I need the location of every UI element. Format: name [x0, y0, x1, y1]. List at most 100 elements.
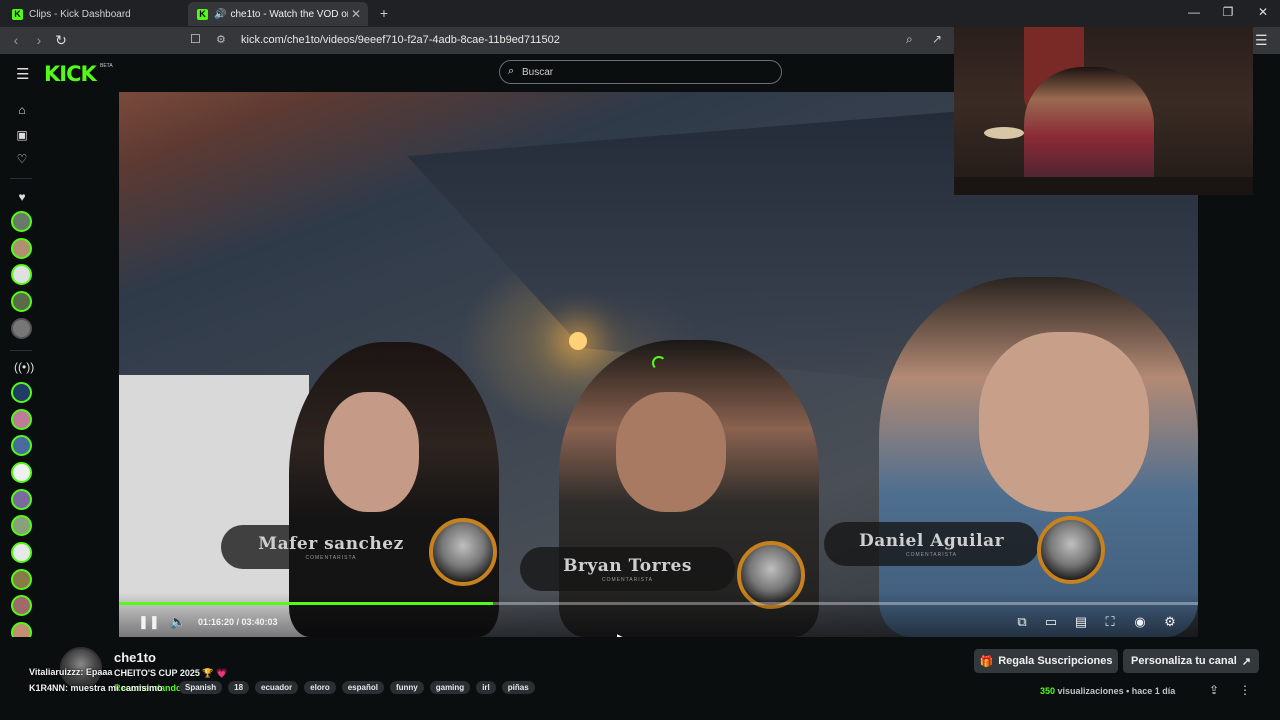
kick-favicon-icon: K [12, 8, 23, 20]
new-tab-button[interactable]: + [376, 5, 392, 21]
channel-avatar[interactable] [11, 595, 32, 616]
view-stats: 350 visualizaciones • hace 1 día [1040, 686, 1175, 696]
channel-avatar[interactable] [11, 435, 32, 456]
kick-favicon-icon: K [197, 8, 208, 20]
webcam-streamer [1024, 67, 1154, 195]
channel-avatar[interactable] [11, 409, 32, 430]
playback-speed-icon[interactable]: ◉ [1130, 614, 1150, 630]
commentator-nameplate: Bryan Torres COMENTARISTA [520, 547, 735, 591]
webcam-desk [954, 177, 1253, 195]
channel-avatar[interactable] [11, 211, 32, 232]
commentator-nameplate: Daniel Aguilar COMENTARISTA [824, 522, 1039, 566]
left-sidebar: ⌂ ▣ ♡ ♥ ((•)) [0, 92, 42, 720]
commentator-portrait [429, 518, 497, 586]
tab-vod[interactable]: K 🔊 che1to - Watch the VOD on Kick ✕ [188, 2, 368, 26]
more-options-icon[interactable]: ⋮ [1238, 683, 1252, 697]
beta-badge: BETA [100, 63, 113, 69]
webcam-hat [984, 127, 1024, 139]
close-window-icon[interactable]: ✕ [1253, 5, 1273, 19]
customize-channel-button[interactable]: Personaliza tu canal ↗ [1123, 649, 1259, 673]
channel-avatar[interactable] [11, 318, 32, 339]
video-frame-lamp [569, 332, 587, 350]
audio-playing-icon[interactable]: 🔊 [214, 9, 226, 20]
chat-text: : Epaaa [80, 667, 113, 677]
tab-title: Clips - Kick Dashboard [29, 8, 131, 20]
picture-in-picture-icon[interactable]: ⧉ [1012, 614, 1032, 630]
video-person-face [979, 332, 1149, 512]
channel-avatar[interactable] [11, 489, 32, 510]
restore-icon[interactable]: ❐ [1218, 5, 1238, 19]
commentator-nameplate: Mafer sanchez COMENTARISTA [221, 525, 441, 569]
sidebar-divider [10, 350, 32, 351]
stream-title: CHEITO'S CUP 2025 🏆 💗 [114, 668, 228, 678]
channel-avatar[interactable] [11, 515, 32, 536]
video-person-face [324, 392, 419, 512]
home-icon[interactable]: ⌂ [14, 103, 30, 117]
zoom-icon[interactable]: ⌕ [906, 32, 913, 47]
page-background [1198, 195, 1280, 637]
url-field[interactable]: ☐ ⚙ kick.com/che1to/videos/9eeef710-f2a7… [186, 30, 956, 51]
tag-chip[interactable]: 18 [228, 681, 250, 694]
channel-avatar[interactable] [11, 542, 32, 563]
browse-icon[interactable]: ▣ [14, 128, 30, 142]
search-box[interactable]: ⌕ [499, 60, 782, 84]
close-tab-icon[interactable]: ✕ [348, 7, 364, 21]
channel-avatar[interactable] [11, 462, 32, 483]
url-text[interactable]: kick.com/che1to/videos/9eeef710-f2a7-4ad… [241, 34, 560, 46]
live-channels-icon: ((•)) [14, 360, 35, 374]
back-icon[interactable]: ‹ [7, 32, 25, 48]
fullscreen-icon[interactable]: ⛶ [1100, 614, 1120, 630]
site-settings-icon[interactable]: ⚙ [216, 33, 226, 46]
tag-chip[interactable]: Spanish [179, 681, 223, 694]
view-count: 350 [1040, 686, 1056, 696]
hamburger-menu-icon[interactable]: ☰ [16, 65, 29, 83]
gift-icon: 🎁 [979, 655, 994, 668]
sidebar-divider [10, 178, 32, 179]
chat-message: Vitaliaruizzz: Epaaa [29, 667, 112, 677]
commentator-name: Daniel Aguilar [858, 530, 1005, 551]
loading-spinner-icon [652, 356, 666, 370]
gift-subs-label: Regala Suscripciones [998, 655, 1113, 667]
volume-icon[interactable]: 🔈 [168, 614, 188, 630]
stream-info: che1to CHEITO'S CUP 2025 🏆 💗 Recomendand… [0, 637, 1280, 720]
kick-logo[interactable]: KICK [44, 62, 97, 86]
chat-message: K1R4NN: muestra mi camisimo [29, 683, 163, 693]
tab-title: che1to - Watch the VOD on Kick [230, 8, 348, 20]
commentator-name: Mafer sanchez [258, 533, 404, 554]
pause-icon[interactable]: ❚❚ [138, 614, 160, 630]
followed-channels-icon: ♥ [18, 190, 26, 204]
reload-icon[interactable]: ↻ [52, 32, 70, 49]
channel-avatar[interactable] [11, 238, 32, 259]
tab-clips-dashboard[interactable]: K Clips - Kick Dashboard [0, 2, 186, 26]
bookmark-icon[interactable]: ☐ [190, 32, 204, 46]
chat-text: : muestra mi camisimo [65, 683, 163, 693]
tag-chip[interactable]: irl [476, 681, 496, 694]
channel-name[interactable]: che1to [114, 650, 156, 665]
tag-chip[interactable]: ecuador [255, 681, 299, 694]
search-input[interactable] [522, 64, 772, 80]
webcam-overlay [954, 27, 1253, 195]
channel-avatar[interactable] [11, 291, 32, 312]
tag-chip[interactable]: piñas [501, 681, 535, 694]
settings-gear-icon[interactable]: ⚙ [1160, 614, 1180, 630]
channel-avatar[interactable] [11, 264, 32, 285]
tag-chip[interactable]: gaming [429, 681, 471, 694]
chat-username: Vitaliaruizzz [29, 667, 81, 677]
time-display: 01:16:20 / 03:40:03 [198, 617, 278, 627]
minimize-icon[interactable]: — [1184, 5, 1204, 19]
channel-avatar[interactable] [11, 382, 32, 403]
tag-chip[interactable]: funny [389, 681, 424, 694]
share-icon[interactable]: ⇪ [1206, 683, 1222, 697]
following-icon[interactable]: ♡ [14, 152, 30, 166]
commentator-name: Bryan Torres [563, 555, 692, 576]
gift-subs-button[interactable]: 🎁 Regala Suscripciones [974, 649, 1118, 673]
tag-chip[interactable]: eloro [304, 681, 336, 694]
share-page-icon[interactable]: ↗ [932, 32, 942, 46]
tag-chip[interactable]: español [341, 681, 384, 694]
browser-menu-icon[interactable]: ☰ [1255, 32, 1268, 49]
forward-icon[interactable]: › [30, 32, 48, 48]
seek-bar[interactable] [119, 602, 1198, 605]
channel-avatar[interactable] [11, 569, 32, 590]
clip-icon[interactable]: ▭ [1041, 614, 1061, 630]
theater-mode-icon[interactable]: ▤ [1071, 614, 1091, 630]
